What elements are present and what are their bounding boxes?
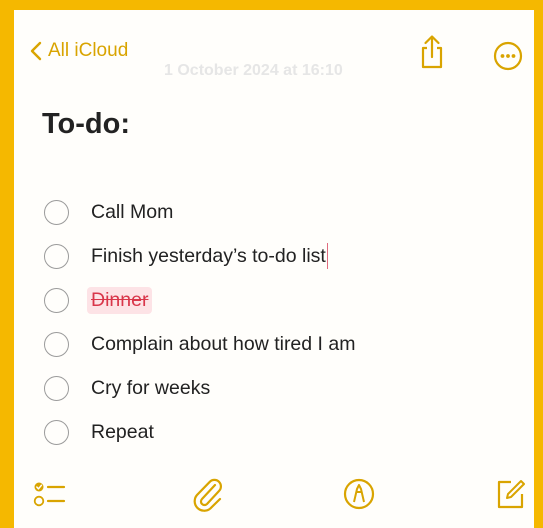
item-label: Repeat [91, 420, 154, 443]
text-cursor [326, 243, 329, 269]
checklist-item[interactable]: Complain about how tired I am [44, 322, 524, 366]
checklist-item[interactable]: Finish yesterday’s to-do list [44, 234, 524, 278]
chevron-left-icon [30, 41, 42, 61]
checkbox-circle[interactable] [44, 419, 69, 445]
bottom-toolbar [14, 470, 534, 520]
checkbox-circle[interactable] [44, 331, 69, 357]
note-timestamp: 1 October 2024 at 16:10 [164, 62, 343, 79]
item-label: Complain about how tired I am [91, 332, 356, 355]
item-label: Cry for weeks [91, 376, 211, 399]
item-label: Call Mom [91, 200, 174, 223]
compose-icon[interactable] [492, 476, 528, 512]
notes-screen: All iCloud 1 October 2024 at 16:10 To-do… [14, 10, 534, 528]
checklist-icon[interactable] [32, 476, 68, 512]
checkbox-circle[interactable] [44, 375, 69, 401]
checkbox-circle[interactable] [44, 243, 69, 269]
checklist: Call Mom Finish yesterday’s to-do list D… [44, 190, 524, 454]
checklist-item[interactable]: Call Mom [44, 190, 524, 234]
navigation-bar: All iCloud 1 October 2024 at 16:10 [14, 10, 534, 90]
back-label: All iCloud [48, 40, 129, 61]
note-title[interactable]: To-do: [42, 108, 130, 141]
ellipsis-circle-icon[interactable] [492, 38, 524, 74]
item-label: Finish yesterday’s to-do list [91, 244, 326, 267]
checkbox-circle[interactable] [44, 199, 69, 225]
back-button[interactable]: All iCloud [30, 40, 128, 62]
checklist-item[interactable]: Dinner [44, 278, 524, 322]
item-label-struck: Dinner [87, 286, 153, 314]
share-icon[interactable] [416, 34, 448, 70]
checklist-item[interactable]: Cry for weeks [44, 366, 524, 410]
paperclip-icon[interactable] [190, 476, 226, 512]
checkbox-circle[interactable] [44, 287, 69, 313]
markup-pen-icon[interactable] [341, 476, 377, 512]
checklist-item[interactable]: Repeat [44, 410, 524, 454]
